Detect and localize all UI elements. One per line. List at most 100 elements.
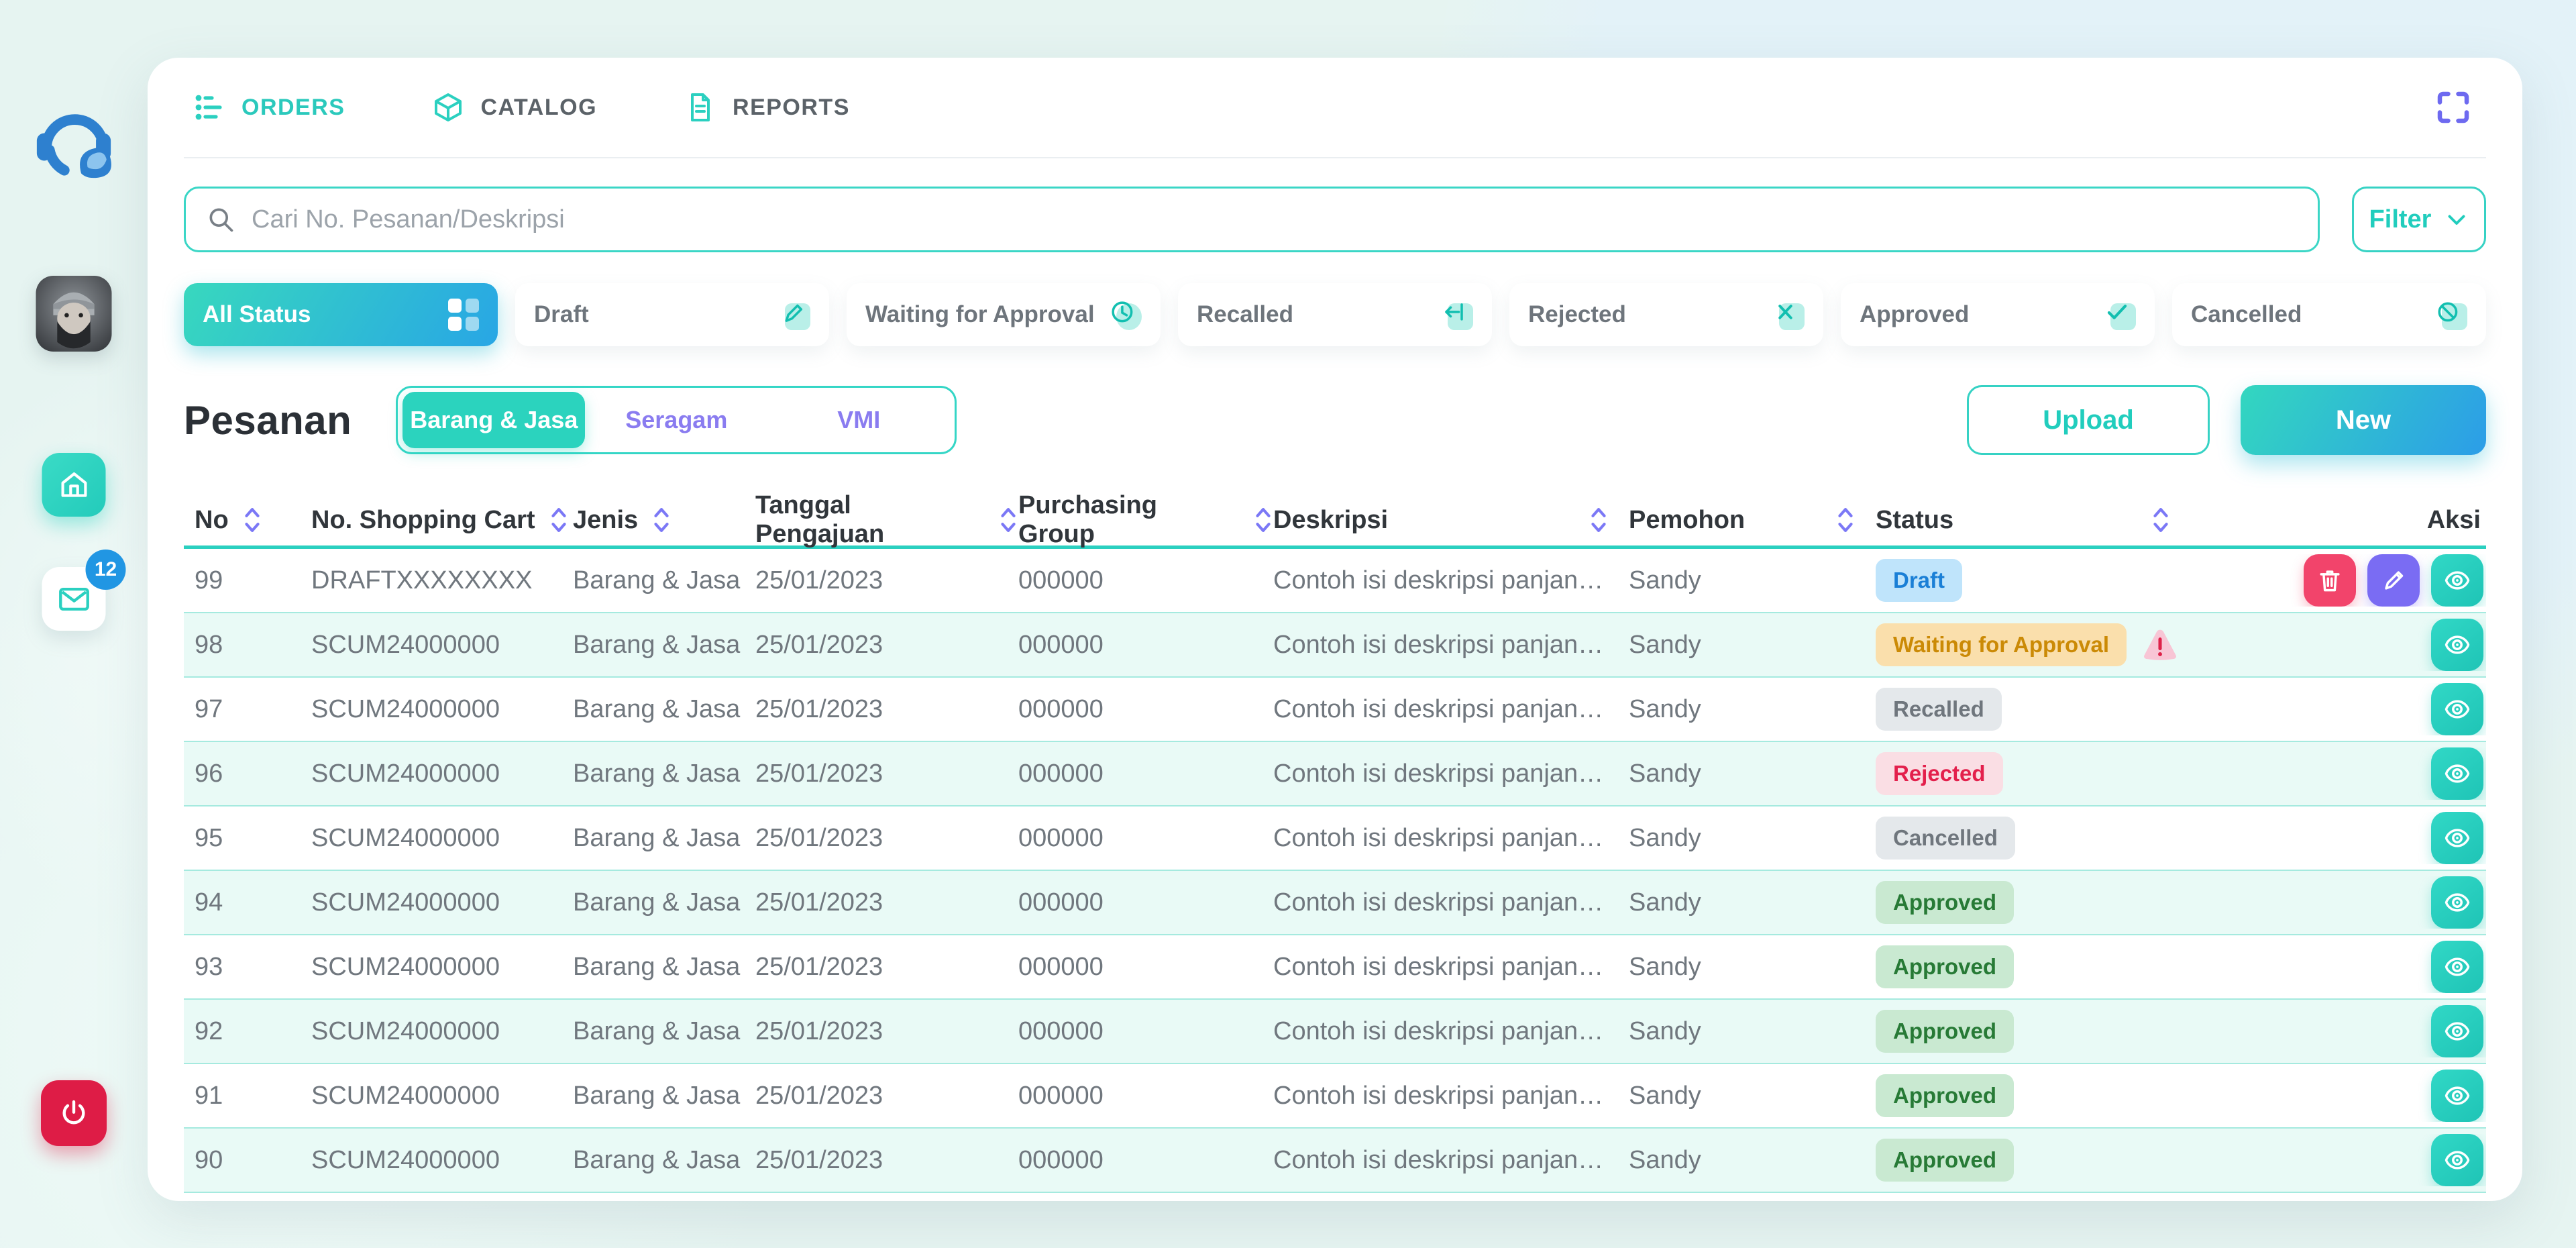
status-chip-waiting[interactable]: Waiting for Approval [847,283,1161,346]
nav-tab-label: REPORTS [733,95,850,121]
sort-icon[interactable] [998,505,1018,535]
page-header: Pesanan Barang & Jasa Seragam VMI Upload… [184,385,2486,455]
cell-jenis: Barang & Jasa [573,953,755,982]
cell-status: Approved [1876,881,2191,924]
tab-vmi[interactable]: VMI [767,392,950,448]
delete-button[interactable] [2304,554,2356,607]
sort-icon[interactable] [549,505,569,535]
logout-power-button[interactable] [41,1080,107,1146]
warning-icon[interactable] [2141,626,2179,664]
cell-tanggal: 25/01/2023 [755,1082,1018,1110]
cell-no: 99 [184,566,311,595]
cell-purchasing-group: 000000 [1018,953,1273,982]
tab-seragam[interactable]: Seragam [585,392,767,448]
chip-label: Approved [1860,301,1969,328]
clock-icon [1108,298,1142,331]
cell-pemohon: Sandy [1629,824,1876,853]
cell-jenis: Barang & Jasa [573,1017,755,1046]
chip-label: Draft [534,301,589,328]
cell-deskripsi: Contoh isi deskripsi panjang m... [1273,824,1629,853]
status-chip-cancelled[interactable]: Cancelled [2172,283,2486,346]
cell-deskripsi: Contoh isi deskripsi panjang m... [1273,1082,1629,1110]
view-button[interactable] [2431,876,2483,929]
top-navigation: ORDERS CATALOG REPORTS [184,58,2486,158]
cell-no: 94 [184,888,311,917]
cell-tanggal: 25/01/2023 [755,566,1018,595]
fullscreen-button[interactable] [2430,84,2477,131]
mail-icon [56,581,92,617]
column-header-shopping-cart: No. Shopping Cart [311,505,573,535]
view-button[interactable] [2431,1070,2483,1122]
cell-no: 96 [184,760,311,788]
sort-icon[interactable] [1253,505,1273,535]
view-button[interactable] [2431,812,2483,864]
cell-deskripsi: Contoh isi deskripsi panjang m... [1273,695,1629,724]
nav-tab-catalog[interactable]: CATALOG [432,91,597,123]
sort-icon[interactable] [651,505,672,535]
view-button[interactable] [2431,1134,2483,1186]
cell-no: 91 [184,1082,311,1110]
user-avatar[interactable] [36,276,112,352]
chip-label: Rejected [1528,301,1626,328]
view-button[interactable] [2431,941,2483,993]
cell-aksi [2191,747,2486,800]
search-box[interactable] [184,187,2320,252]
arrow-left-icon [1440,298,1473,331]
cell-no: 93 [184,953,311,982]
cell-tanggal: 25/01/2023 [755,888,1018,917]
cell-pemohon: Sandy [1629,566,1876,595]
status-badge: Approved [1876,1010,2014,1053]
cell-shopping-cart: SCUM24000000 [311,1082,573,1110]
column-header-purchasing-group: Purchasing Group [1018,491,1273,549]
eye-icon [2443,823,2472,853]
main-card: ORDERS CATALOG REPORTS [148,58,2522,1201]
nav-tab-label: ORDERS [241,95,345,121]
check-icon [2102,298,2136,331]
mail-badge: 12 [86,550,126,590]
status-chip-all[interactable]: All Status [184,283,498,346]
sort-icon[interactable] [242,505,262,535]
view-button[interactable] [2431,683,2483,735]
cell-status: Rejected [1876,752,2191,795]
status-filter-bar: All Status Draft Waiting for Approval Re… [184,283,2486,346]
view-button[interactable] [2431,619,2483,671]
column-header-no: No [184,505,311,535]
cell-jenis: Barang & Jasa [573,631,755,660]
cell-status: Draft [1876,559,2191,602]
status-badge: Approved [1876,1139,2014,1182]
cell-purchasing-group: 000000 [1018,888,1273,917]
edit-button[interactable] [2367,554,2420,607]
cell-no: 90 [184,1146,311,1175]
view-button[interactable] [2431,747,2483,800]
new-button[interactable]: New [2241,385,2486,455]
eye-icon [2443,952,2472,982]
cell-shopping-cart: SCUM24000000 [311,953,573,982]
home-button[interactable] [42,453,106,517]
eye-icon [2443,694,2472,724]
column-header-status: Status [1876,505,2191,535]
view-button[interactable] [2431,554,2483,607]
search-row: Filter [184,187,2486,252]
status-chip-recalled[interactable]: Recalled [1178,283,1492,346]
sort-icon[interactable] [2151,505,2171,535]
tab-barang-jasa[interactable]: Barang & Jasa [402,392,585,448]
sort-icon[interactable] [1835,505,1856,535]
sort-icon[interactable] [1589,505,1609,535]
status-badge: Draft [1876,559,1962,602]
search-input[interactable] [252,205,2298,234]
mail-button-wrap: 12 [42,567,106,631]
nav-tab-orders[interactable]: ORDERS [193,91,345,123]
status-chip-rejected[interactable]: Rejected [1509,283,1823,346]
cell-pemohon: Sandy [1629,695,1876,724]
table-row: 98 SCUM24000000 Barang & Jasa 25/01/2023… [184,613,2486,678]
nav-tab-reports[interactable]: REPORTS [684,91,850,123]
status-chip-draft[interactable]: Draft [515,283,829,346]
cell-jenis: Barang & Jasa [573,888,755,917]
upload-button[interactable]: Upload [1967,385,2210,455]
filter-button[interactable]: Filter [2352,187,2486,252]
cell-aksi [2191,619,2486,671]
view-button[interactable] [2431,1005,2483,1057]
cell-aksi [2191,1005,2486,1057]
status-chip-approved[interactable]: Approved [1841,283,2155,346]
cell-pemohon: Sandy [1629,631,1876,660]
